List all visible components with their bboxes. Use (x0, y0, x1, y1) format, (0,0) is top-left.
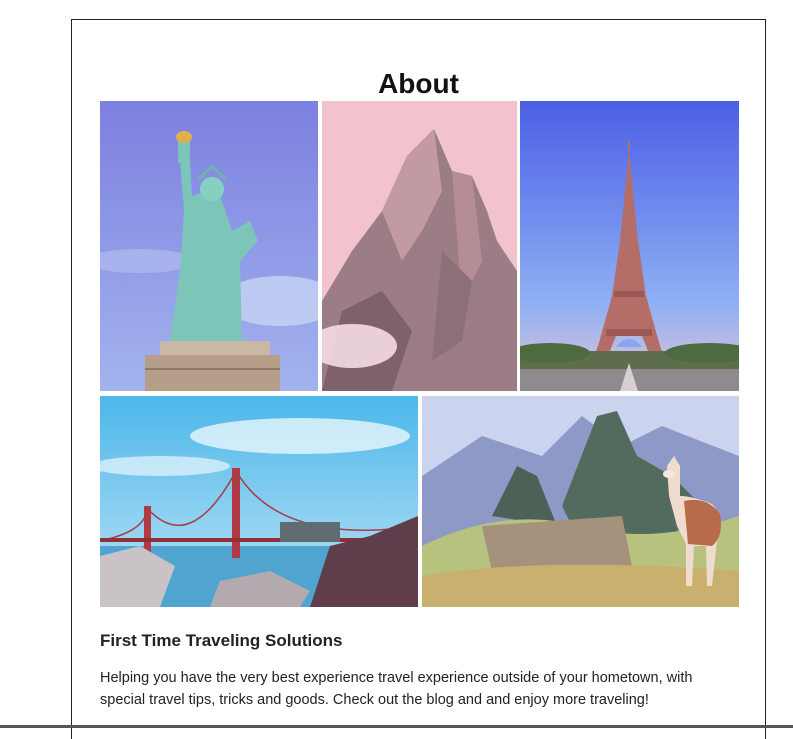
gallery-image-machu-picchu-llama (422, 396, 739, 607)
section-subtitle: First Time Traveling Solutions (100, 631, 343, 650)
page-title: About (378, 68, 459, 99)
gallery-image-mountain-peak (322, 101, 517, 391)
about-description: Helping you have the very best experienc… (100, 670, 693, 708)
about-card: About First Time Traveling Solutions Hel… (71, 19, 766, 739)
gallery-image-eiffel-tower (520, 101, 739, 391)
gallery-image-golden-gate-bridge (100, 396, 418, 607)
gallery-image-statue-of-liberty (100, 101, 318, 391)
